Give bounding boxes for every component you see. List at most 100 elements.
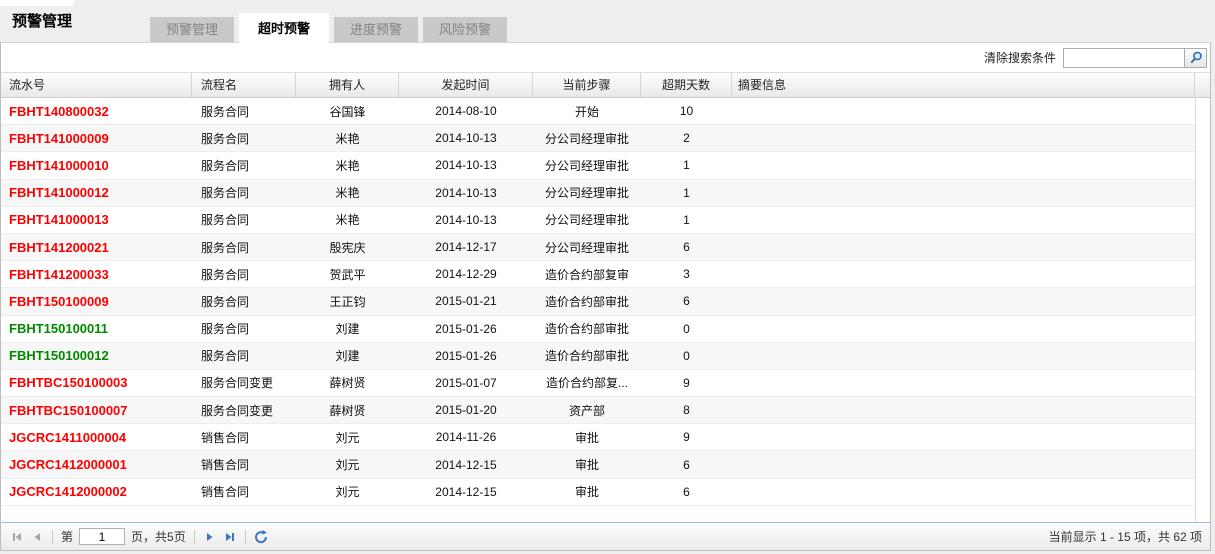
top-left-notch [0,0,74,6]
start-date-cell: 2014-10-13 [435,158,497,173]
column-header-owner[interactable]: 拥有人 [296,73,399,97]
process-cell: 服务合同 [201,240,250,255]
last-page-button[interactable] [221,528,239,546]
overdue-days-cell: 1 [683,185,690,200]
last-page-icon [225,532,234,541]
top-band: 预警管理 预警管理 超时预警 进度预警 风险预警 [0,0,1215,46]
table-row[interactable]: FBHTBC150100003 服务合同变更 薛树贤 2015-01-07 造价… [1,369,1195,398]
owner-cell: 殷宪庆 [329,240,366,255]
table-row[interactable]: JGCRC1412000002 销售合同 刘元 2014-12-15 审批 6 [1,478,1195,506]
serial-cell: FBHT150100012 [9,348,109,364]
serial-cell: FBHTBC150100003 [9,375,128,391]
overdue-days-cell: 2 [683,131,690,146]
refresh-button[interactable] [252,528,270,546]
owner-cell: 薛树贤 [329,376,366,391]
overdue-days-cell: 9 [683,375,690,390]
search-input[interactable] [1063,47,1185,68]
current-step-cell: 造价合约部复审 [544,267,629,282]
process-cell: 服务合同 [201,158,250,173]
toolbar-separator [193,529,195,544]
owner-cell: 贺武平 [329,267,366,282]
table-row[interactable]: FBHT140800032 服务合同 谷国锋 2014-08-10 开始 10 [1,98,1195,126]
tab-progress-warning[interactable]: 进度预警 [334,17,418,42]
table-row[interactable]: FBHT150100012 服务合同 刘建 2015-01-26 造价合约部审批… [1,342,1195,370]
process-cell: 销售合同 [201,485,250,500]
table-row[interactable]: FBHT141000013 服务合同 米艳 2014-10-13 分公司经理审批… [1,206,1195,234]
current-step-cell: 分公司经理审批 [544,158,629,173]
current-step-cell: 开始 [574,104,599,119]
current-step-cell: 审批 [574,430,599,445]
start-date-cell: 2015-01-21 [435,294,497,309]
toolbar-separator [52,529,53,544]
start-date-cell: 2014-12-15 [435,484,497,499]
table-row[interactable]: JGCRC1412000001 销售合同 刘元 2014-12-15 审批 6 [1,451,1195,479]
serial-cell: JGCRC1411000004 [9,429,127,445]
table-row[interactable]: FBHT141000010 服务合同 米艳 2014-10-13 分公司经理审批… [1,152,1195,180]
serial-cell: FBHT150100011 [9,321,109,337]
overdue-days-cell: 8 [683,403,690,418]
process-cell: 销售合同 [201,458,250,473]
column-header-summary[interactable]: 摘要信息 [732,73,1195,97]
start-date-cell: 2014-10-13 [435,212,497,227]
process-cell: 服务合同变更 [201,403,274,418]
owner-cell: 刘建 [335,349,360,364]
serial-cell: FBHT141000010 [9,157,109,173]
table-row[interactable]: FBHT141000012 服务合同 米艳 2014-10-13 分公司经理审批… [1,179,1195,207]
table-row[interactable]: FBHT150100011 服务合同 刘建 2015-01-26 造价合约部审批… [1,315,1195,343]
process-cell: 服务合同 [201,322,250,337]
column-header-step[interactable]: 当前步骤 [533,73,641,97]
process-cell: 服务合同变更 [201,376,274,391]
table-row[interactable]: FBHT141200021 服务合同 殷宪庆 2014-12-17 分公司经理审… [1,233,1195,262]
owner-cell: 刘元 [335,430,360,445]
owner-cell: 米艳 [335,213,360,228]
column-header-process[interactable]: 流程名 [192,73,296,97]
start-date-cell: 2014-10-13 [435,131,497,146]
pagination-status: 当前显示 1 - 15 项，共 62 项 [1048,530,1202,544]
table-row[interactable]: FBHT141200033 服务合同 贺武平 2014-12-29 造价合约部复… [1,261,1195,289]
page-prefix-label: 第 [61,530,74,544]
serial-cell: FBHT150100009 [9,293,109,309]
start-date-cell: 2015-01-07 [435,375,497,390]
current-step-cell: 造价合约部审批 [544,322,629,337]
start-date-cell: 2015-01-26 [435,348,497,363]
table-row[interactable]: FBHT150100009 服务合同 王正钧 2015-01-21 造价合约部审… [1,288,1195,316]
tab-timeout-warning[interactable]: 超时预警 [239,13,329,46]
clear-search-button[interactable]: 清除搜索条件 [984,49,1056,66]
overdue-days-cell: 6 [683,484,690,499]
overdue-days-cell: 10 [679,104,694,119]
current-step-cell: 造价合约部复... [545,376,628,391]
serial-cell: FBHT140800032 [9,103,109,119]
prev-page-button[interactable] [28,528,46,546]
table-header: 流水号 流程名 拥有人 发起时间 当前步骤 超期天数 摘要信息 [1,72,1210,98]
owner-cell: 刘建 [335,322,360,337]
process-cell: 销售合同 [201,430,250,445]
column-header-date[interactable]: 发起时间 [399,73,533,97]
serial-cell: JGCRC1412000001 [9,457,127,473]
table-row[interactable]: JGCRC1411000004 销售合同 刘元 2014-11-26 审批 9 [1,424,1195,452]
first-page-button[interactable] [8,528,26,546]
current-step-cell: 资产部 [568,403,605,418]
overdue-days-cell: 0 [683,348,690,363]
process-cell: 服务合同 [201,267,250,282]
tab-risk-warning[interactable]: 风险预警 [423,17,507,42]
table-row[interactable]: FBHTBC150100007 服务合同变更 薛树贤 2015-01-20 资产… [1,397,1195,425]
table-row[interactable]: FBHT141000009 服务合同 米艳 2014-10-13 分公司经理审批… [1,125,1195,153]
column-header-serial[interactable]: 流水号 [1,73,192,97]
owner-cell: 米艳 [335,186,360,201]
owner-cell: 谷国锋 [329,104,366,119]
tab-warning-management[interactable]: 预警管理 [150,17,234,42]
current-step-cell: 造价合约部审批 [544,294,629,309]
process-cell: 服务合同 [201,349,250,364]
vertical-scrollbar[interactable] [1195,98,1210,522]
owner-cell: 王正钧 [329,294,366,309]
start-date-cell: 2014-12-29 [435,267,497,282]
next-page-button[interactable] [201,528,219,546]
page-suffix-label: 页，共5页 [131,530,186,544]
page-number-input[interactable] [79,528,126,545]
start-date-cell: 2014-08-10 [435,104,497,119]
serial-cell: FBHTBC150100007 [9,402,128,418]
column-header-days[interactable]: 超期天数 [641,73,732,97]
overdue-days-cell: 3 [683,267,690,282]
serial-cell: FBHT141000012 [9,185,109,201]
search-button[interactable] [1185,47,1207,68]
